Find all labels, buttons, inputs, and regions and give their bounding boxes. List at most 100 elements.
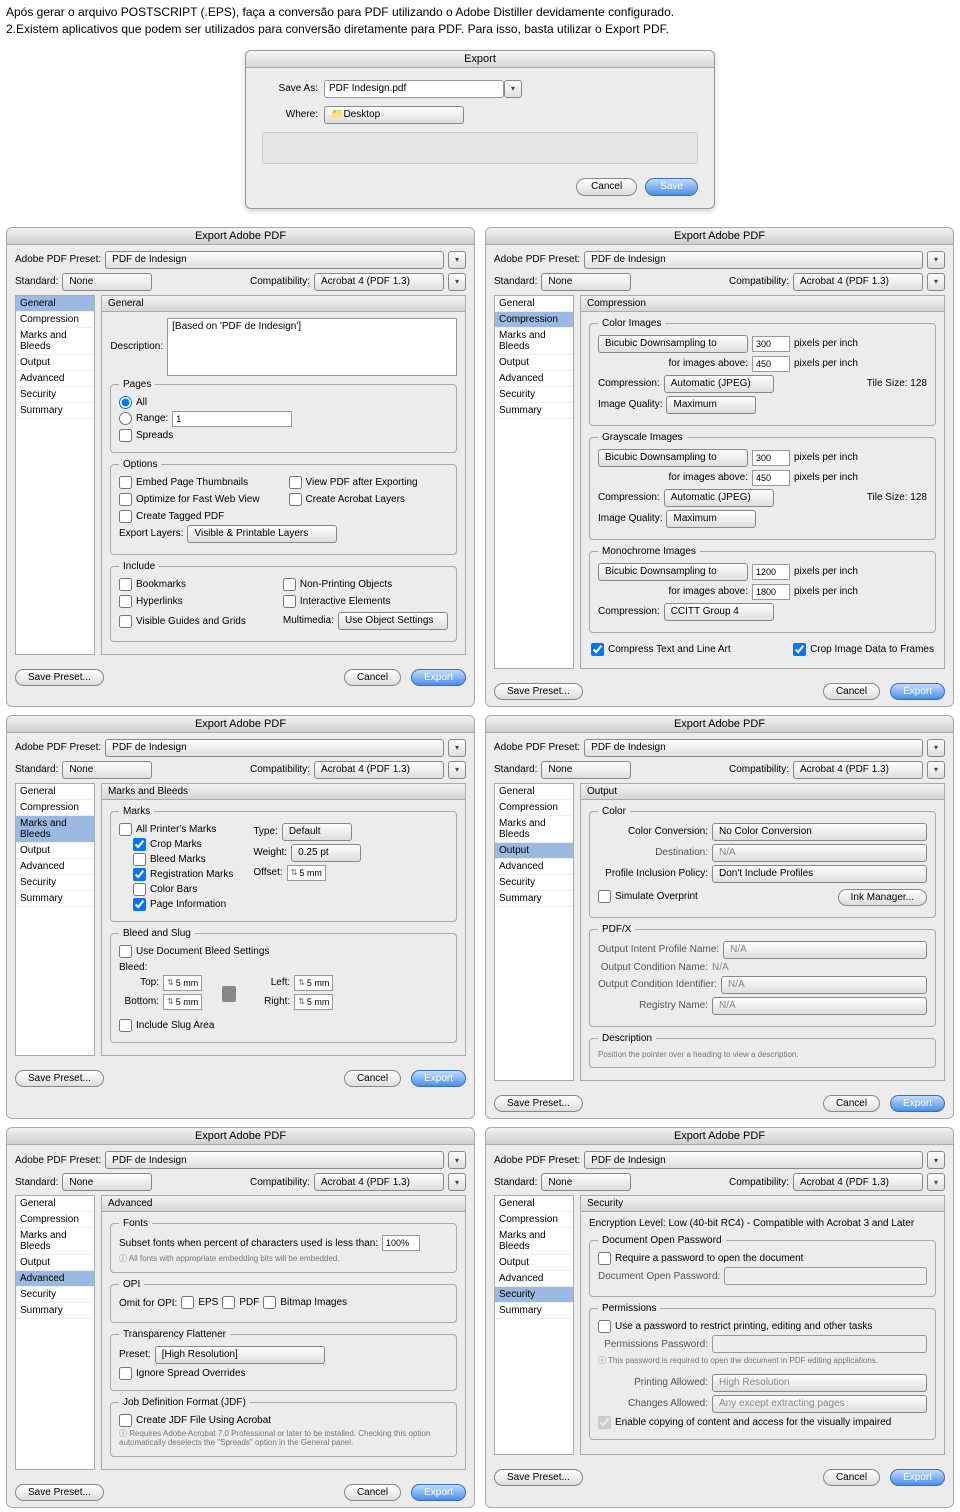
preset-arrow[interactable] xyxy=(927,1151,945,1169)
save-preset-button[interactable]: Save Preset... xyxy=(494,1095,583,1112)
save-as-input[interactable] xyxy=(324,80,504,98)
color-conv-select[interactable]: No Color Conversion xyxy=(712,823,927,841)
compat-select[interactable]: Acrobat 4 (PDF 1.3) xyxy=(793,1173,923,1191)
bleed-left[interactable]: 5 mm xyxy=(294,975,333,991)
sidebar-item-security[interactable]: Security xyxy=(495,387,573,403)
compression-select[interactable]: CCITT Group 4 xyxy=(664,603,774,621)
sidebar-item-advanced[interactable]: Advanced xyxy=(16,371,94,387)
omit-eps[interactable]: EPS xyxy=(181,1296,218,1309)
ink-manager-button[interactable]: Ink Manager... xyxy=(838,889,927,906)
compat-arrow[interactable] xyxy=(927,1173,945,1191)
sidebar-item-security[interactable]: Security xyxy=(495,875,573,891)
sidebar-item-compression[interactable]: Compression xyxy=(495,1212,573,1228)
sidebar-item-summary[interactable]: Summary xyxy=(495,891,573,907)
preset-select[interactable]: PDF de Indesign xyxy=(584,1151,923,1169)
preset-arrow[interactable] xyxy=(448,739,466,757)
hyperlinks-check[interactable]: Hyperlinks xyxy=(119,595,273,608)
cancel-button[interactable]: Cancel xyxy=(344,1484,401,1501)
sidebar-item-advanced[interactable]: Advanced xyxy=(495,1271,573,1287)
compat-select[interactable]: Acrobat 4 (PDF 1.3) xyxy=(314,1173,444,1191)
preset-select[interactable]: PDF de Indesign xyxy=(584,251,923,269)
bookmarks-check[interactable]: Bookmarks xyxy=(119,578,273,591)
sidebar-item-output[interactable]: Output xyxy=(16,843,94,859)
sidebar-item-summary[interactable]: Summary xyxy=(16,891,94,907)
profile-select[interactable]: Don't Include Profiles xyxy=(712,865,927,883)
sim-overprint-check[interactable]: Simulate Overprint xyxy=(598,890,698,903)
preset-select[interactable]: PDF de Indesign xyxy=(105,251,444,269)
export-button[interactable]: Export xyxy=(890,1469,945,1486)
save-preset-button[interactable]: Save Preset... xyxy=(15,669,104,686)
sidebar-item-compression[interactable]: Compression xyxy=(16,312,94,328)
compat-arrow[interactable] xyxy=(448,273,466,291)
all-marks-check[interactable]: All Printer's Marks xyxy=(119,823,233,836)
sidebar-item-output[interactable]: Output xyxy=(495,843,573,859)
slug-check[interactable]: Include Slug Area xyxy=(119,1019,448,1032)
sidebar-item-advanced[interactable]: Advanced xyxy=(495,859,573,875)
cancel-button[interactable]: Cancel xyxy=(823,1469,880,1486)
downsample-select[interactable]: Bicubic Downsampling to xyxy=(598,449,748,467)
export-button[interactable]: Export xyxy=(890,1095,945,1112)
standard-select[interactable]: None xyxy=(541,273,631,291)
page-info-check[interactable]: Page Information xyxy=(133,898,233,911)
multimedia-select[interactable]: Use Object Settings xyxy=(338,612,448,630)
quality-select[interactable]: Maximum xyxy=(666,396,756,414)
export-button[interactable]: Export xyxy=(411,669,466,686)
sidebar-item-summary[interactable]: Summary xyxy=(495,1303,573,1319)
compress-text-check[interactable]: Compress Text and Line Art xyxy=(591,643,731,656)
interactive-check[interactable]: Interactive Elements xyxy=(283,595,448,608)
save-button[interactable]: Save xyxy=(645,178,698,196)
standard-select[interactable]: None xyxy=(62,761,152,779)
standard-select[interactable]: None xyxy=(541,1173,631,1191)
compat-select[interactable]: Acrobat 4 (PDF 1.3) xyxy=(314,273,444,291)
create-jdf-check[interactable]: Create JDF File Using Acrobat xyxy=(119,1414,448,1427)
marks-type-select[interactable]: Default xyxy=(282,823,352,841)
compression-select[interactable]: Automatic (JPEG) xyxy=(664,489,774,507)
view-after-check[interactable]: View PDF after Exporting xyxy=(289,476,449,489)
sidebar-item-output[interactable]: Output xyxy=(495,355,573,371)
crop-marks-check[interactable]: Crop Marks xyxy=(133,838,233,851)
above-value[interactable] xyxy=(752,584,790,600)
compat-select[interactable]: Acrobat 4 (PDF 1.3) xyxy=(314,761,444,779)
above-value[interactable] xyxy=(752,356,790,372)
sidebar-item-advanced[interactable]: Advanced xyxy=(495,371,573,387)
save-preset-button[interactable]: Save Preset... xyxy=(15,1484,104,1501)
sidebar-item-marks-and-bleeds[interactable]: Marks and Bleeds xyxy=(16,816,94,843)
color-bars-check[interactable]: Color Bars xyxy=(133,883,233,896)
sidebar-item-summary[interactable]: Summary xyxy=(495,403,573,419)
export-button[interactable]: Export xyxy=(411,1070,466,1087)
subset-input[interactable] xyxy=(382,1235,420,1251)
description-box[interactable]: [Based on 'PDF de Indesign'] xyxy=(167,318,457,376)
above-value[interactable] xyxy=(752,470,790,486)
sidebar-item-marks-and-bleeds[interactable]: Marks and Bleeds xyxy=(16,1228,94,1255)
tagged-check[interactable]: Create Tagged PDF xyxy=(119,510,279,523)
sidebar-item-summary[interactable]: Summary xyxy=(16,1303,94,1319)
flattener-preset[interactable]: [High Resolution] xyxy=(155,1346,325,1364)
sidebar-item-general[interactable]: General xyxy=(16,784,94,800)
compat-select[interactable]: Acrobat 4 (PDF 1.3) xyxy=(793,273,923,291)
quality-select[interactable]: Maximum xyxy=(666,510,756,528)
save-preset-button[interactable]: Save Preset... xyxy=(494,683,583,700)
omit-pdf[interactable]: PDF xyxy=(222,1296,259,1309)
cancel-button[interactable]: Cancel xyxy=(823,1095,880,1112)
compression-select[interactable]: Automatic (JPEG) xyxy=(664,375,774,393)
use-perm-pw-check[interactable]: Use a password to restrict printing, edi… xyxy=(598,1320,927,1333)
sidebar-item-compression[interactable]: Compression xyxy=(16,800,94,816)
sidebar-item-security[interactable]: Security xyxy=(16,1287,94,1303)
omit-bitmap[interactable]: Bitmap Images xyxy=(263,1296,347,1309)
marks-weight-select[interactable]: 0.25 pt xyxy=(291,844,361,862)
sidebar-item-output[interactable]: Output xyxy=(16,355,94,371)
cancel-button[interactable]: Cancel xyxy=(576,178,637,196)
preset-arrow[interactable] xyxy=(448,1151,466,1169)
nonprinting-check[interactable]: Non-Printing Objects xyxy=(283,578,448,591)
sidebar-item-general[interactable]: General xyxy=(495,1196,573,1212)
downsample-select[interactable]: Bicubic Downsampling to xyxy=(598,335,748,353)
embed-check[interactable]: Embed Page Thumbnails xyxy=(119,476,279,489)
bleed-top[interactable]: 5 mm xyxy=(163,975,202,991)
sidebar-item-compression[interactable]: Compression xyxy=(495,312,573,328)
ignore-overrides-check[interactable]: Ignore Spread Overrides xyxy=(119,1367,448,1380)
sidebar-item-marks-and-bleeds[interactable]: Marks and Bleeds xyxy=(495,1228,573,1255)
export-button[interactable]: Export xyxy=(890,683,945,700)
sidebar-item-general[interactable]: General xyxy=(16,1196,94,1212)
compat-select[interactable]: Acrobat 4 (PDF 1.3) xyxy=(793,761,923,779)
save-preset-button[interactable]: Save Preset... xyxy=(15,1070,104,1087)
